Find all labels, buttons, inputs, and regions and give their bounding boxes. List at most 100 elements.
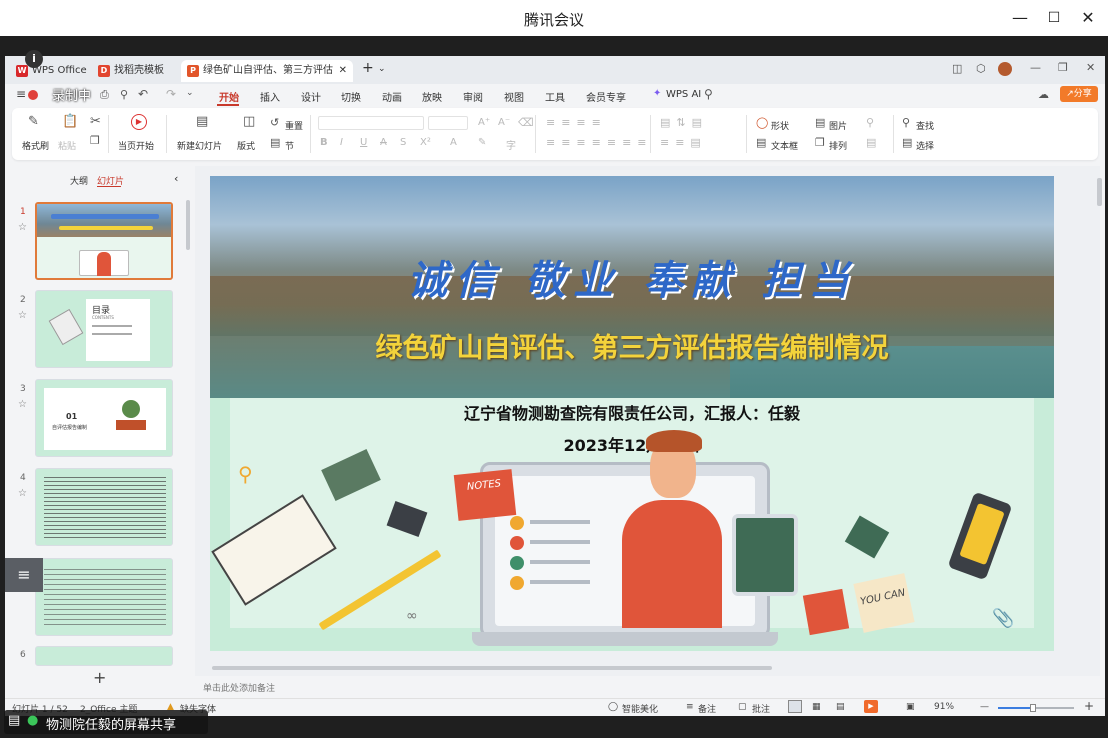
- reset-label[interactable]: 重置: [285, 119, 303, 132]
- menu-tools[interactable]: 工具: [545, 89, 565, 104]
- superscript-icon[interactable]: X²: [420, 137, 431, 148]
- wps-close-button[interactable]: ✕: [1086, 61, 1095, 74]
- chevron-down-icon[interactable]: ⌄: [378, 64, 386, 74]
- clear-format-icon[interactable]: ⌫: [518, 116, 534, 129]
- cut-icon[interactable]: ✂: [90, 114, 101, 129]
- comment-icon[interactable]: ▢: [738, 702, 747, 712]
- hamburger-icon[interactable]: ≡: [16, 87, 26, 101]
- shadow-icon[interactable]: S: [400, 137, 406, 148]
- menu-animation[interactable]: 动画: [382, 89, 402, 104]
- new-tab-button[interactable]: +: [362, 60, 374, 76]
- find-label[interactable]: 查找: [916, 119, 934, 132]
- underline-icon[interactable]: U: [360, 137, 367, 148]
- format-painter-icon[interactable]: ✎: [28, 114, 39, 129]
- select-label[interactable]: 选择: [916, 139, 934, 152]
- textbox-label[interactable]: 文本框: [771, 139, 798, 152]
- menu-insert[interactable]: 插入: [260, 89, 280, 104]
- from-current-label[interactable]: 当页开始: [118, 139, 154, 152]
- minimize-button[interactable]: —: [1008, 6, 1032, 30]
- textbox-icon[interactable]: ▤: [756, 136, 766, 149]
- slide-thumbnail-4[interactable]: [35, 468, 173, 546]
- notes-area[interactable]: [195, 676, 1100, 698]
- font-size-select[interactable]: [428, 116, 468, 130]
- new-slide-icon[interactable]: ▤: [196, 114, 208, 129]
- wps-minimize-button[interactable]: —: [1030, 61, 1041, 74]
- cube-icon[interactable]: ⬡: [976, 62, 986, 75]
- arrange-icon[interactable]: ❐: [815, 136, 825, 149]
- normal-view-icon[interactable]: [788, 700, 802, 713]
- select-icon[interactable]: ▤: [902, 136, 912, 149]
- menu-wps-ai[interactable]: WPS AI: [666, 89, 701, 100]
- zoom-in-button[interactable]: +: [1084, 699, 1094, 713]
- collapse-panel-icon[interactable]: ‹: [174, 172, 178, 185]
- search-icon[interactable]: ⚲: [704, 87, 713, 101]
- smart-beautify[interactable]: 智能美化: [622, 702, 658, 715]
- slide-thumbnail-6[interactable]: [35, 646, 173, 666]
- avatar[interactable]: [998, 62, 1012, 76]
- picture-label[interactable]: 图片: [829, 119, 847, 132]
- find-icon[interactable]: ⚲: [902, 116, 910, 129]
- maximize-button[interactable]: ☐: [1042, 6, 1066, 30]
- text-direction-icons[interactable]: ▤⇅▤: [660, 116, 708, 129]
- zoom-out-button[interactable]: —: [980, 702, 989, 712]
- zoom-level[interactable]: 91%: [934, 702, 954, 712]
- copy-icon[interactable]: ❐: [90, 134, 100, 147]
- print-icon[interactable]: ⎙: [100, 88, 109, 102]
- paste-label[interactable]: 粘贴: [58, 139, 76, 152]
- arrange-label[interactable]: 排列: [829, 139, 847, 152]
- menu-design[interactable]: 设计: [301, 89, 321, 104]
- tab-wps-office[interactable]: W WPS Office: [10, 60, 90, 82]
- font-grow-icon[interactable]: A⁺: [478, 117, 490, 128]
- strikethrough-icon[interactable]: A: [380, 137, 387, 148]
- notes-toggle[interactable]: 备注: [698, 702, 716, 715]
- alignment-icons[interactable]: ≡≡≡≡≡≡≡: [546, 136, 653, 149]
- slide[interactable]: 诚信 敬业 奉献 担当 绿色矿山自评估、第三方评估报告编制情况 辽宁省物测勘查院…: [210, 176, 1054, 651]
- close-tab-icon[interactable]: ✕: [339, 60, 347, 82]
- share-button[interactable]: ↗分享: [1060, 86, 1098, 102]
- notes-icon[interactable]: ≡: [686, 702, 694, 712]
- bold-icon[interactable]: B: [320, 137, 328, 148]
- menu-member[interactable]: 会员专享: [586, 89, 626, 104]
- slide-thumbnail-3[interactable]: 01 自评估报告编制: [35, 379, 173, 457]
- shape-label[interactable]: 形状: [771, 119, 789, 132]
- cloud-sync-icon[interactable]: ☁: [1038, 88, 1049, 101]
- comments-toggle[interactable]: 批注: [752, 702, 770, 715]
- new-slide-label[interactable]: 新建幻灯片: [177, 139, 222, 152]
- grid-view-icon[interactable]: ▦: [812, 702, 821, 712]
- add-slide-button[interactable]: +: [93, 668, 106, 687]
- format-painter-label[interactable]: 格式刷: [22, 139, 49, 152]
- layout-icon[interactable]: ◫: [952, 62, 962, 75]
- paste-icon[interactable]: 📋: [62, 114, 78, 129]
- reset-icon[interactable]: ↺: [270, 116, 279, 129]
- section-label[interactable]: 节: [285, 139, 294, 152]
- layout-label[interactable]: 版式: [237, 139, 255, 152]
- phonetic-icon[interactable]: 字: [506, 137, 516, 152]
- star-icon[interactable]: ☆: [18, 399, 27, 410]
- font-name-select[interactable]: [318, 116, 424, 130]
- close-button[interactable]: ✕: [1076, 6, 1100, 30]
- slide-thumbnail-5[interactable]: [35, 558, 173, 636]
- paragraph-icons[interactable]: ≡≡≡≡: [546, 116, 607, 129]
- star-icon[interactable]: ☆: [18, 310, 27, 321]
- menu-view[interactable]: 视图: [504, 89, 524, 104]
- more-chevron-icon[interactable]: ⌄: [186, 88, 194, 98]
- reading-view-icon[interactable]: ▤: [836, 702, 845, 712]
- canvas-horizontal-scrollbar[interactable]: [212, 666, 772, 670]
- beautify-icon[interactable]: ◯: [608, 702, 618, 712]
- wps-restore-button[interactable]: ❐: [1058, 61, 1068, 74]
- undo-icon[interactable]: ↶: [138, 87, 148, 101]
- fit-window-icon[interactable]: ▣: [906, 702, 915, 712]
- section-icon[interactable]: ▤: [270, 136, 280, 149]
- font-color-icon[interactable]: A: [450, 137, 457, 148]
- picture-icon[interactable]: ▤: [815, 116, 825, 129]
- list-view-icon[interactable]: ≡: [5, 558, 43, 592]
- font-shrink-icon[interactable]: A⁻: [498, 117, 510, 128]
- panel-scrollbar[interactable]: [186, 200, 190, 250]
- menu-start[interactable]: 开始: [219, 89, 239, 104]
- menu-review[interactable]: 审阅: [463, 89, 483, 104]
- layout-icon[interactable]: ◫: [243, 114, 255, 129]
- menu-transition[interactable]: 切换: [341, 89, 361, 104]
- notes-placeholder[interactable]: 单击此处添加备注: [203, 681, 275, 694]
- star-icon[interactable]: ☆: [18, 488, 27, 499]
- star-icon[interactable]: ☆: [18, 222, 27, 233]
